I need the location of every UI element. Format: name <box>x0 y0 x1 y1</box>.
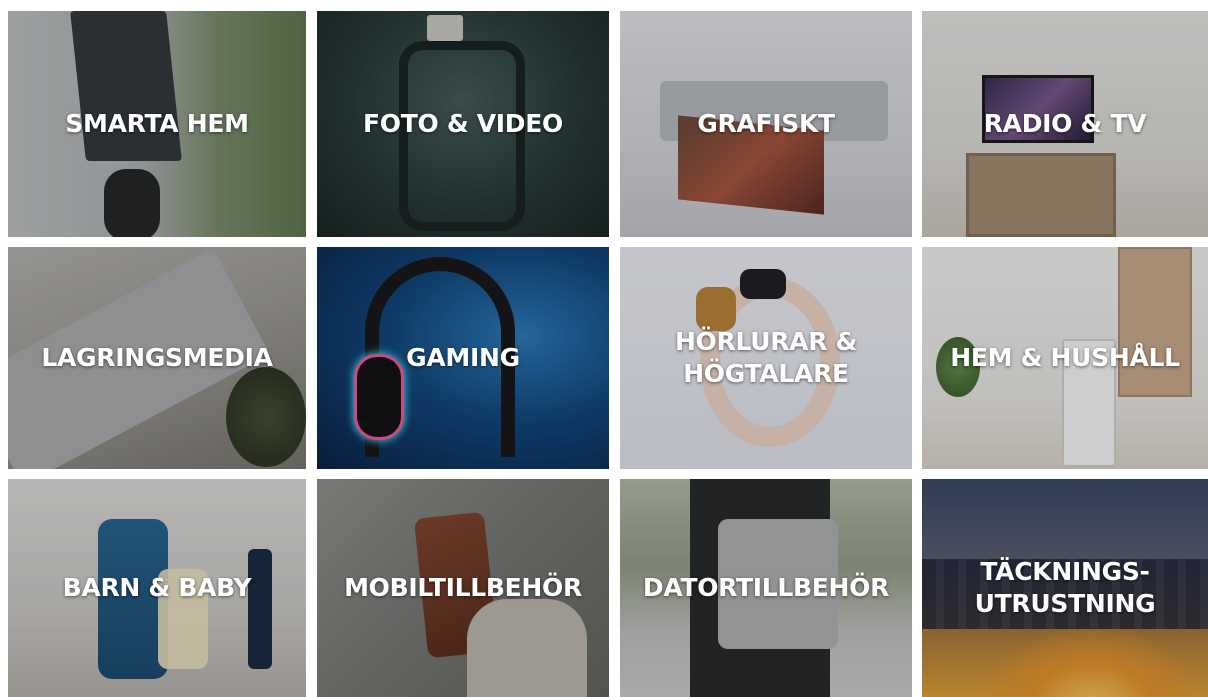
category-tile-barn-baby[interactable]: BARN & BABY <box>8 479 306 697</box>
category-tile-horlurar-hogtalare[interactable]: HÖRLURAR & HÖGTALARE <box>620 247 912 469</box>
category-tile-hem-hushall[interactable]: HEM & HUSHÅLL <box>922 247 1208 469</box>
category-tile-smarta-hem[interactable]: SMARTA HEM <box>8 11 306 237</box>
category-tile-tacknings-utrustning[interactable]: TÄCKNINGS- UTRUSTNING <box>922 479 1208 697</box>
category-tile-datortillbehor[interactable]: DATORTILLBEHÖR <box>620 479 912 697</box>
category-label: BARN & BABY <box>62 573 252 602</box>
category-grid: SMARTA HEM FOTO & VIDEO GRAFISKT RADIO &… <box>0 0 1208 697</box>
category-tile-foto-video[interactable]: FOTO & VIDEO <box>317 11 609 237</box>
category-label: HEM & HUSHÅLL <box>950 343 1180 372</box>
category-label: LAGRINGSMEDIA <box>41 343 273 372</box>
category-label: DATORTILLBEHÖR <box>642 573 890 602</box>
category-label: GAMING <box>406 343 520 372</box>
category-label: RADIO & TV <box>983 109 1147 138</box>
category-tile-lagringsmedia[interactable]: LAGRINGSMEDIA <box>8 247 306 469</box>
category-tile-mobiltillbehor[interactable]: MOBILTILLBEHÖR <box>317 479 609 697</box>
category-label: MOBILTILLBEHÖR <box>344 573 582 602</box>
category-label: SMARTA HEM <box>65 109 249 138</box>
category-tile-gaming[interactable]: GAMING <box>317 247 609 469</box>
category-label: FOTO & VIDEO <box>363 109 563 138</box>
category-label: TÄCKNINGS- UTRUSTNING <box>974 557 1156 618</box>
category-tile-radio-tv[interactable]: RADIO & TV <box>922 11 1208 237</box>
category-tile-grafiskt[interactable]: GRAFISKT <box>620 11 912 237</box>
category-label: GRAFISKT <box>697 109 835 138</box>
category-label: HÖRLURAR & HÖGTALARE <box>674 327 858 388</box>
